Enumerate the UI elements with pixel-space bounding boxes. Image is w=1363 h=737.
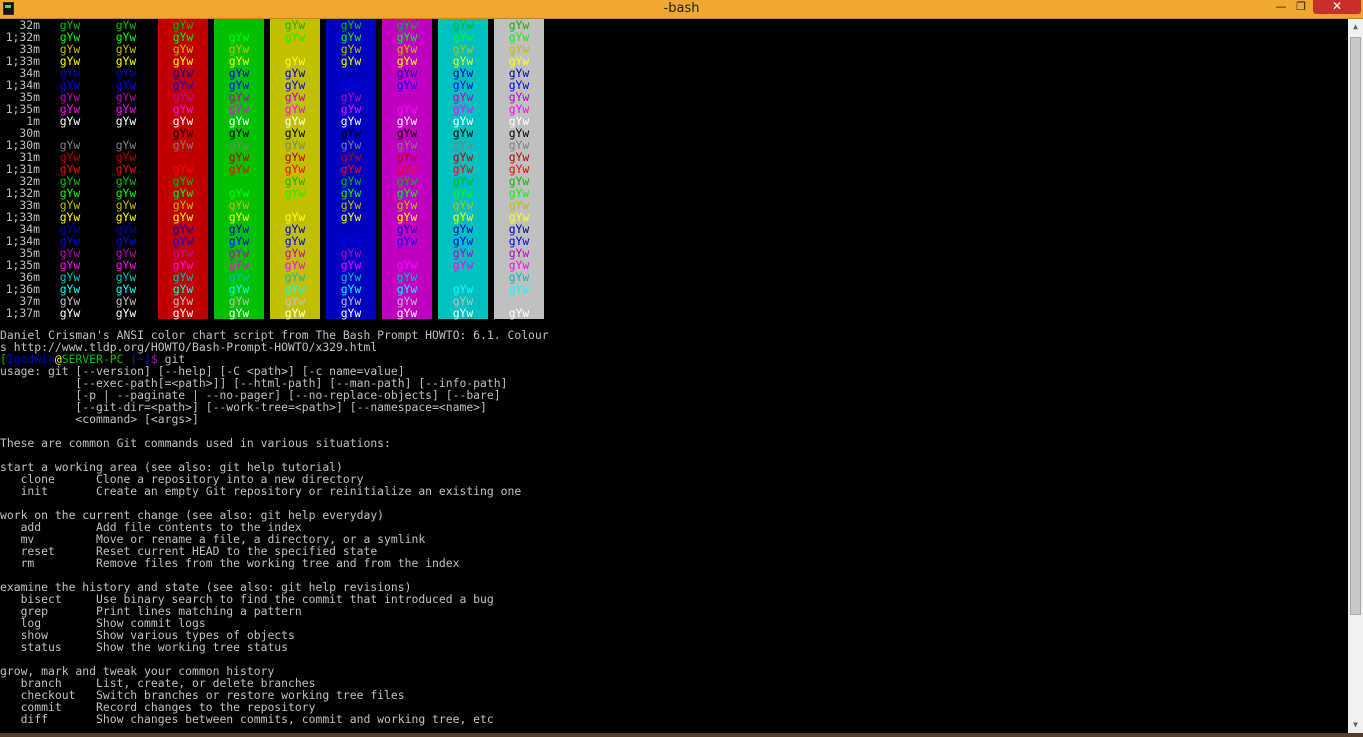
close-button[interactable]: ✕ xyxy=(1313,0,1361,14)
scroll-up-arrow-icon[interactable]: ▲ xyxy=(1348,19,1363,35)
terminal-app-icon[interactable] xyxy=(3,2,14,15)
output-line: rm Remove files from the working tree an… xyxy=(0,556,460,570)
chart-sample-cell: gYw xyxy=(115,306,137,320)
chart-sample-cell: gYw xyxy=(284,306,306,320)
output-line: <command> [<args>] xyxy=(0,412,199,426)
chart-sample-cell: gYw xyxy=(340,306,362,320)
vertical-scrollbar[interactable]: ▲ ▼ xyxy=(1348,19,1363,733)
window-title: -bash xyxy=(663,1,700,16)
output-line: These are common Git commands used in va… xyxy=(0,436,391,450)
chart-sample-cell: gYw xyxy=(452,306,474,320)
chart-sample-cell: gYw xyxy=(508,306,530,320)
chart-row-label: 1;37m xyxy=(5,306,40,320)
output-line: status Show the working tree status xyxy=(0,640,289,654)
terminal-output[interactable]: 32m gYw gYw gYw gYw gYw gYw gYw gYw gYw 1;32m gYw gY… xyxy=(0,19,1348,733)
title-bar[interactable]: -bash — ❐ ✕ xyxy=(0,0,1363,19)
taskbar-strip xyxy=(0,733,1363,737)
chart-sample-cell: gYw xyxy=(172,306,194,320)
chart-sample-cell: gYw xyxy=(228,306,250,320)
chart-sample-cell: gYw xyxy=(396,306,418,320)
output-line: diff Show changes between commits, commi… xyxy=(0,712,494,726)
maximize-button[interactable]: ❐ xyxy=(1288,0,1314,14)
output-line: init Create an empty Git repository or r… xyxy=(0,484,522,498)
scroll-thumb[interactable] xyxy=(1350,37,1361,615)
chart-sample-cell: gYw xyxy=(59,306,81,320)
scroll-down-arrow-icon[interactable]: ▼ xyxy=(1348,717,1363,733)
